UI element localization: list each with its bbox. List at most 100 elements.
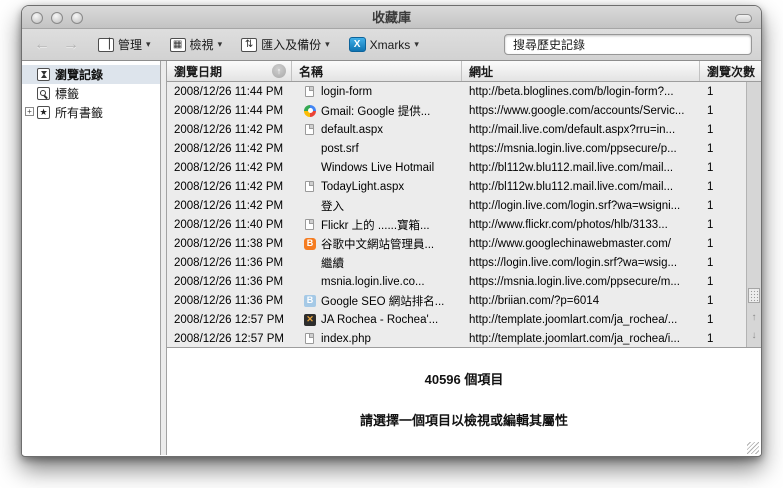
resize-grip[interactable] [747, 442, 759, 454]
table-row[interactable]: 2008/12/26 11:42 PM post.srf https://msn… [167, 139, 761, 158]
column-header-date[interactable]: 瀏覽日期 ↑ [167, 61, 292, 81]
back-icon[interactable]: ← [31, 36, 53, 54]
table-row[interactable]: 2008/12/26 11:38 PM B 谷歌中文網站管理員... http:… [167, 234, 761, 253]
row-date: 2008/12/26 11:44 PM [174, 85, 284, 98]
column-header-visit-count[interactable]: 瀏覽次數 [700, 61, 761, 81]
scrollbar-thumb[interactable] [748, 288, 760, 303]
import-backup-button[interactable]: ⇅ 匯入及備份 ▾ [238, 34, 333, 55]
sidebar-item-label: 所有書籤 [55, 106, 104, 120]
page-favicon-icon [305, 333, 314, 344]
forward-icon[interactable]: → [60, 36, 82, 54]
views-icon: ▦ [169, 37, 186, 52]
table-row[interactable]: 2008/12/26 11:44 PM Gmail: Google 提供... … [167, 101, 761, 120]
windows-favicon-icon [304, 276, 316, 288]
xmarks-icon: X [348, 37, 366, 52]
row-date: 2008/12/26 11:42 PM [174, 199, 284, 212]
table-row[interactable]: 2008/12/26 11:42 PM default.aspx http://… [167, 120, 761, 139]
window-controls [31, 12, 83, 24]
row-date: 2008/12/26 11:42 PM [174, 123, 284, 136]
views-button[interactable]: ▦ 檢視 ▾ [167, 34, 226, 55]
row-date: 2008/12/26 12:57 PM [174, 313, 284, 326]
table-row[interactable]: 2008/12/26 12:57 PM index.php http://tem… [167, 329, 761, 347]
scroll-down-icon[interactable]: ↓ [747, 329, 761, 343]
page-favicon-icon [305, 124, 314, 135]
vertical-scrollbar[interactable]: ↑ ↓ [746, 82, 761, 347]
row-date: 2008/12/26 11:42 PM [174, 161, 284, 174]
tags-icon [37, 87, 50, 100]
table-row[interactable]: 2008/12/26 11:44 PM login-form http://be… [167, 82, 761, 101]
page-favicon-icon [305, 219, 314, 230]
scroll-up-icon[interactable]: ↑ [747, 311, 761, 325]
zoom-button[interactable] [71, 12, 83, 24]
row-date: 2008/12/26 11:42 PM [174, 142, 284, 155]
item-count-label: 40596 個項目 [424, 372, 504, 387]
sidebar-splitter[interactable] [160, 61, 167, 455]
toolbar-toggle-button[interactable] [735, 14, 752, 23]
row-url: http://bl112w.blu112.mail.live.com/mail.… [469, 161, 674, 174]
row-name: 繼續 [292, 255, 462, 271]
row-date: 2008/12/26 11:36 PM [174, 256, 284, 269]
table-row[interactable]: 2008/12/26 11:40 PM Flickr 上的 ......寶箱..… [167, 215, 761, 234]
close-button[interactable] [31, 12, 43, 24]
row-date: 2008/12/26 11:38 PM [174, 237, 284, 250]
row-name: B 谷歌中文網站管理員... [292, 236, 462, 252]
table-row[interactable]: 2008/12/26 11:42 PM TodayLight.aspx http… [167, 177, 761, 196]
table-row[interactable]: 2008/12/26 11:42 PM Windows Live Hotmail… [167, 158, 761, 177]
row-name: 登入 [292, 198, 462, 214]
row-name: B Google SEO 網站排名... [292, 293, 462, 309]
table-row[interactable]: 2008/12/26 11:36 PM 繼續 https://login.liv… [167, 253, 761, 272]
row-url: https://msnia.login.live.com/ppsecure/m.… [469, 275, 680, 288]
title-bar[interactable]: 收藏庫 [22, 6, 761, 29]
sort-ascending-icon[interactable]: ↑ [272, 64, 286, 78]
import-backup-label: 匯入及備份 [261, 38, 322, 52]
windows-favicon-icon [304, 162, 316, 174]
sidebar-item-history[interactable]: 瀏覽記錄 [22, 65, 160, 84]
row-date: 2008/12/26 11:42 PM [174, 180, 284, 193]
row-url: http://login.live.com/login.srf?wa=wsign… [469, 199, 681, 212]
column-header-url[interactable]: 網址 [462, 61, 700, 81]
sidebar-item-label: 標籤 [55, 87, 80, 101]
table-row[interactable]: 2008/12/26 11:36 PM B Google SEO 網站排名...… [167, 291, 761, 310]
row-url: http://mail.live.com/default.aspx?rru=in… [469, 123, 676, 136]
page-favicon-icon [305, 181, 314, 192]
row-name: Gmail: Google 提供... [292, 103, 462, 119]
table-row[interactable]: 2008/12/26 11:42 PM 登入 http://login.live… [167, 196, 761, 215]
history-list: 2008/12/26 11:44 PM login-form http://be… [167, 82, 761, 348]
search-input[interactable] [504, 34, 752, 55]
content-area: 瀏覽記錄 標籤 + ★ 所有書籤 瀏覽日期 ↑ 名稱 網址 瀏覽次數 2008/… [22, 61, 761, 455]
table-row[interactable]: 2008/12/26 12:57 PM ✕ JA Rochea - Rochea… [167, 310, 761, 329]
row-name: Windows Live Hotmail [292, 162, 462, 174]
toolbar: ← → ▕ 管理 ▾ ▦ 檢視 ▾ ⇅ 匯入及備份 ▾ X Xmarks ▾ [22, 29, 761, 61]
row-name: msnia.login.live.co... [292, 276, 462, 288]
sidebar-item-tags[interactable]: 標籤 [22, 84, 160, 103]
table-header: 瀏覽日期 ↑ 名稱 網址 瀏覽次數 [167, 61, 761, 82]
history-icon [37, 68, 50, 81]
row-date: 2008/12/26 11:40 PM [174, 218, 284, 231]
xmarks-button[interactable]: X Xmarks ▾ [346, 35, 422, 54]
chevron-down-icon: ▾ [217, 39, 223, 49]
row-name: post.srf [292, 143, 462, 155]
row-name: ✕ JA Rochea - Rochea'... [292, 313, 462, 326]
blogger-favicon-icon: B [304, 237, 316, 250]
history-panel: 瀏覽日期 ↑ 名稱 網址 瀏覽次數 2008/12/26 11:44 PM lo… [167, 61, 761, 455]
joomla-favicon-icon: ✕ [304, 313, 316, 326]
row-url: http://template.joomlart.com/ja_rochea/i… [469, 332, 680, 345]
bookmarks-icon: ★ [37, 106, 50, 119]
organize-icon: ▕ [98, 37, 114, 52]
row-url: https://login.live.com/login.srf?wa=wsig… [469, 256, 678, 269]
row-url: http://www.googlechinawebmaster.com/ [469, 237, 671, 250]
table-row[interactable]: 2008/12/26 11:36 PM msnia.login.live.co.… [167, 272, 761, 291]
windows-favicon-icon [304, 256, 316, 269]
page-favicon-icon [305, 86, 314, 97]
column-header-name[interactable]: 名稱 [292, 61, 462, 81]
row-url: http://template.joomlart.com/ja_rochea/.… [469, 313, 678, 326]
chevron-down-icon: ▾ [414, 39, 419, 49]
expander-plus-icon[interactable]: + [25, 107, 34, 116]
row-date: 2008/12/26 11:36 PM [174, 275, 284, 288]
sidebar-item-all-bookmarks[interactable]: + ★ 所有書籤 [22, 103, 160, 122]
organize-button[interactable]: ▕ 管理 ▾ [95, 34, 154, 55]
minimize-button[interactable] [51, 12, 63, 24]
sidebar-item-label: 瀏覽記錄 [55, 68, 104, 82]
row-date: 2008/12/26 11:44 PM [174, 104, 284, 117]
chevron-down-icon: ▾ [146, 39, 151, 49]
